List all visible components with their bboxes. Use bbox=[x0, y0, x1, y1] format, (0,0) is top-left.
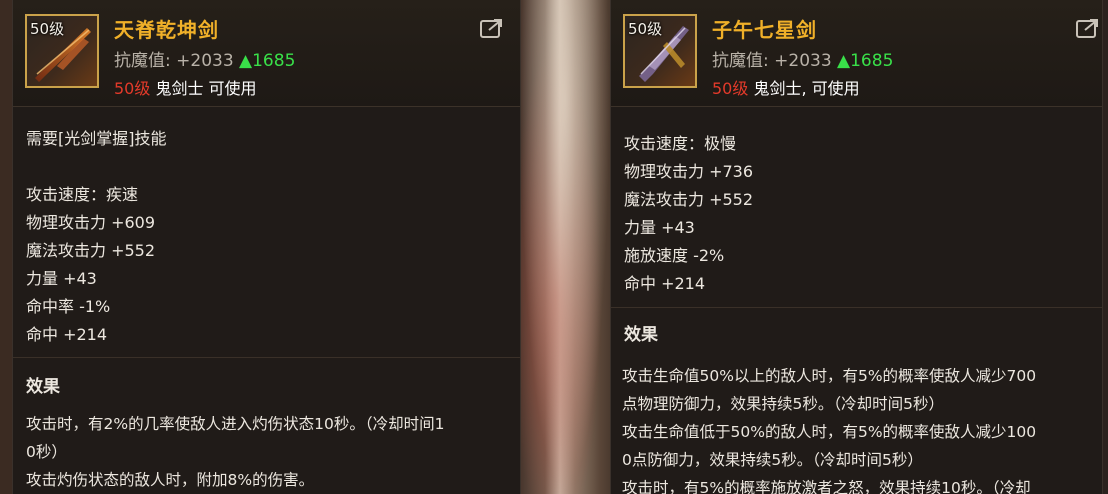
resist-value: 抗魔值: +2033 ▲1685 bbox=[712, 46, 893, 71]
divider bbox=[611, 307, 1102, 308]
resist-value: 抗魔值: +2033 ▲1685 bbox=[114, 46, 295, 71]
usage-requirement: 50级 鬼剑士, 可使用 bbox=[712, 75, 860, 99]
effect-line: 攻击生命值低于50%的敌人时，有5%的概率使敌人减少100 bbox=[622, 423, 1037, 441]
effect-line: 攻击时，有2%的几率使敌人进入灼伤状态10秒。（冷却时间1 bbox=[26, 415, 445, 433]
effect-line: 0点防御力，效果持续5秒。（冷却时间5秒） bbox=[622, 451, 923, 469]
effect-heading: 效果 bbox=[26, 377, 60, 397]
tooltip-header: 50级 子午七星剑 抗魔值: +2033 ▲1685 50级 鬼剑士, 可使用 bbox=[611, 0, 1102, 107]
stat-line: 物理攻击力 +736 bbox=[624, 162, 754, 181]
stat-line: 力量 +43 bbox=[26, 269, 97, 288]
required-level: 50级 bbox=[114, 79, 151, 98]
usage-requirement: 50级 鬼剑士 可使用 bbox=[114, 75, 257, 99]
effect-heading: 效果 bbox=[624, 325, 658, 345]
required-class: 鬼剑士 可使用 bbox=[150, 79, 257, 98]
skill-requirement: 需要[光剑掌握]技能 bbox=[26, 129, 167, 148]
stat-line: 命中率 -1% bbox=[26, 297, 111, 316]
share-icon[interactable] bbox=[1076, 18, 1100, 38]
item-tooltip-left: 50级 天脊乾坤剑 抗魔值: +2033 ▲1685 50级 鬼剑士 可使用 需… bbox=[12, 0, 521, 494]
resist-label: 抗魔值: +2033 bbox=[114, 51, 234, 71]
required-class: 鬼剑士, 可使用 bbox=[748, 79, 860, 98]
resist-bonus: ▲1685 bbox=[239, 51, 296, 71]
stat-line: 命中 +214 bbox=[26, 325, 108, 344]
effect-line: 攻击时，有5%的概率施放激者之怒，效果持续10秒。（冷却 bbox=[622, 479, 1031, 494]
resist-label: 抗魔值: +2033 bbox=[712, 51, 832, 71]
stat-line: 魔法攻击力 +552 bbox=[26, 241, 156, 260]
stat-line: 施放速度 -2% bbox=[624, 246, 725, 265]
required-level: 50级 bbox=[712, 79, 749, 98]
stat-line: 魔法攻击力 +552 bbox=[624, 190, 754, 209]
item-name: 子午七星剑 bbox=[712, 18, 817, 42]
level-badge: 50级 bbox=[30, 20, 65, 38]
item-tooltip-right: 50级 子午七星剑 抗魔值: +2033 ▲1685 50级 鬼剑士, 可使用 … bbox=[610, 0, 1103, 494]
stat-line: 物理攻击力 +609 bbox=[26, 213, 156, 232]
divider bbox=[13, 357, 520, 358]
item-icon: 50级 bbox=[623, 14, 697, 88]
share-icon[interactable] bbox=[480, 18, 504, 38]
effect-line: 点物理防御力，效果持续5秒。（冷却时间5秒） bbox=[622, 395, 944, 413]
item-icon: 50级 bbox=[25, 14, 99, 88]
stat-line: 攻击速度：疾速 bbox=[26, 185, 139, 204]
stat-line: 力量 +43 bbox=[624, 218, 695, 237]
item-name: 天脊乾坤剑 bbox=[114, 18, 219, 42]
effect-line: 攻击生命值50%以上的敌人时，有5%的概率使敌人减少700 bbox=[622, 367, 1037, 385]
stat-line: 攻击速度：极慢 bbox=[624, 134, 737, 153]
tooltip-header: 50级 天脊乾坤剑 抗魔值: +2033 ▲1685 50级 鬼剑士 可使用 bbox=[13, 0, 520, 107]
effect-line: 攻击灼伤状态的敌人时，附加8%的伤害。 bbox=[26, 471, 315, 489]
stat-line: 命中 +214 bbox=[624, 274, 706, 293]
resist-bonus: ▲1685 bbox=[837, 51, 894, 71]
effect-line: 0秒） bbox=[26, 443, 67, 461]
level-badge: 50级 bbox=[628, 20, 663, 38]
